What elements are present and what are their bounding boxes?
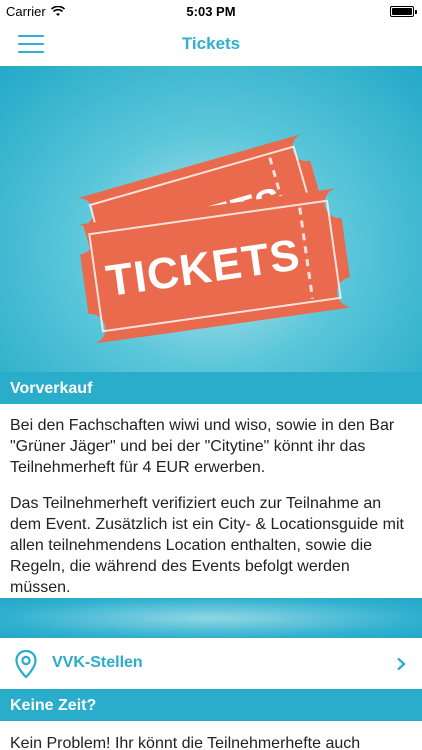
location-pin-icon [15,649,37,679]
vvk-label: VVK-Stellen [52,654,143,671]
status-bar: Carrier 5:03 PM [0,0,422,22]
vvk-locations-row[interactable]: VVK-Stellen [0,638,422,689]
divider-band [0,598,422,638]
presale-paragraph-1: Bei den Fachschaften wiwi und wiso, sowi… [10,417,395,476]
presale-section-header: Vorverkauf [0,372,422,404]
no-time-text: Kein Problem! Ihr könnt die Teilnehmerhe… [10,735,361,750]
hero-banner: TICKETS TICKETS [0,66,422,372]
no-time-section-header: Keine Zeit? [0,689,422,721]
status-time: 5:03 PM [186,4,236,19]
page-title: Tickets [181,34,241,53]
battery-icon [390,6,417,17]
chevron-right-icon [397,657,406,671]
tickets-illustration: TICKETS TICKETS [75,133,355,344]
navigation-bar: Tickets [0,22,422,66]
presale-paragraph-2: Das Teilnehmerheft verifiziert euch zur … [10,495,404,596]
